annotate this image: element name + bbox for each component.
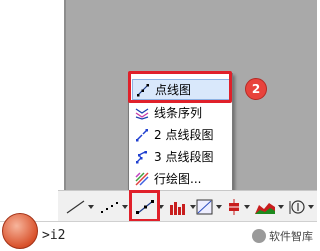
row-plot-icon <box>135 171 149 186</box>
three-point-segment-icon <box>136 150 147 163</box>
polar-plot-icon <box>289 200 305 214</box>
menu-item-label: 线条序列 <box>154 106 203 120</box>
highlight-box-menu-item <box>128 71 232 103</box>
menu-item-three-point-segment[interactable]: 3 点线段图 <box>132 147 229 166</box>
highlight-box-toolbar-button <box>129 190 160 222</box>
box-chart-button[interactable] <box>226 196 250 218</box>
contour-plot-icon <box>196 199 213 215</box>
column-plot-button[interactable] <box>168 196 196 218</box>
menu-item-label: 3 点线段图 <box>154 150 214 164</box>
polar-plot-button[interactable] <box>288 196 314 218</box>
column-plot-icon <box>170 202 185 215</box>
area-plot-button[interactable] <box>254 196 284 218</box>
panel-divider <box>64 0 66 190</box>
contour-plot-button[interactable] <box>196 196 222 218</box>
line-plot-icon <box>66 200 85 214</box>
menu-item-line-series[interactable]: 线条序列 <box>132 103 229 122</box>
scatter-plot-icon <box>101 202 118 213</box>
chevron-down-icon[interactable] <box>278 205 284 209</box>
chevron-down-icon[interactable] <box>122 205 128 209</box>
box-chart-icon <box>229 199 239 215</box>
line-plot-button[interactable] <box>64 196 94 218</box>
chevron-down-icon[interactable] <box>244 205 250 209</box>
watermark: 软件智库 <box>252 228 313 244</box>
watermark-logo-icon <box>252 229 266 243</box>
app-logo-icon[interactable] <box>2 213 38 249</box>
step-badge-2: 2 <box>245 78 267 100</box>
chevron-down-icon[interactable] <box>216 205 222 209</box>
command-input[interactable]: >i2 <box>42 228 65 243</box>
left-panel <box>0 0 64 190</box>
area-plot-icon <box>255 203 275 214</box>
line-series-icon <box>135 107 149 120</box>
chevron-down-icon[interactable] <box>308 205 314 209</box>
menu-item-row-plot[interactable]: 行绘图... <box>132 169 229 188</box>
watermark-text: 软件智库 <box>269 230 313 243</box>
menu-item-two-point-segment[interactable]: 2 点线段图 <box>132 125 229 144</box>
menu-item-label: 2 点线段图 <box>154 128 214 142</box>
chevron-down-icon[interactable] <box>88 205 94 209</box>
two-point-segment-icon <box>136 128 148 141</box>
scatter-plot-button[interactable] <box>98 196 128 218</box>
plot-toolbar <box>58 190 317 222</box>
menu-item-label: 行绘图... <box>154 172 202 186</box>
